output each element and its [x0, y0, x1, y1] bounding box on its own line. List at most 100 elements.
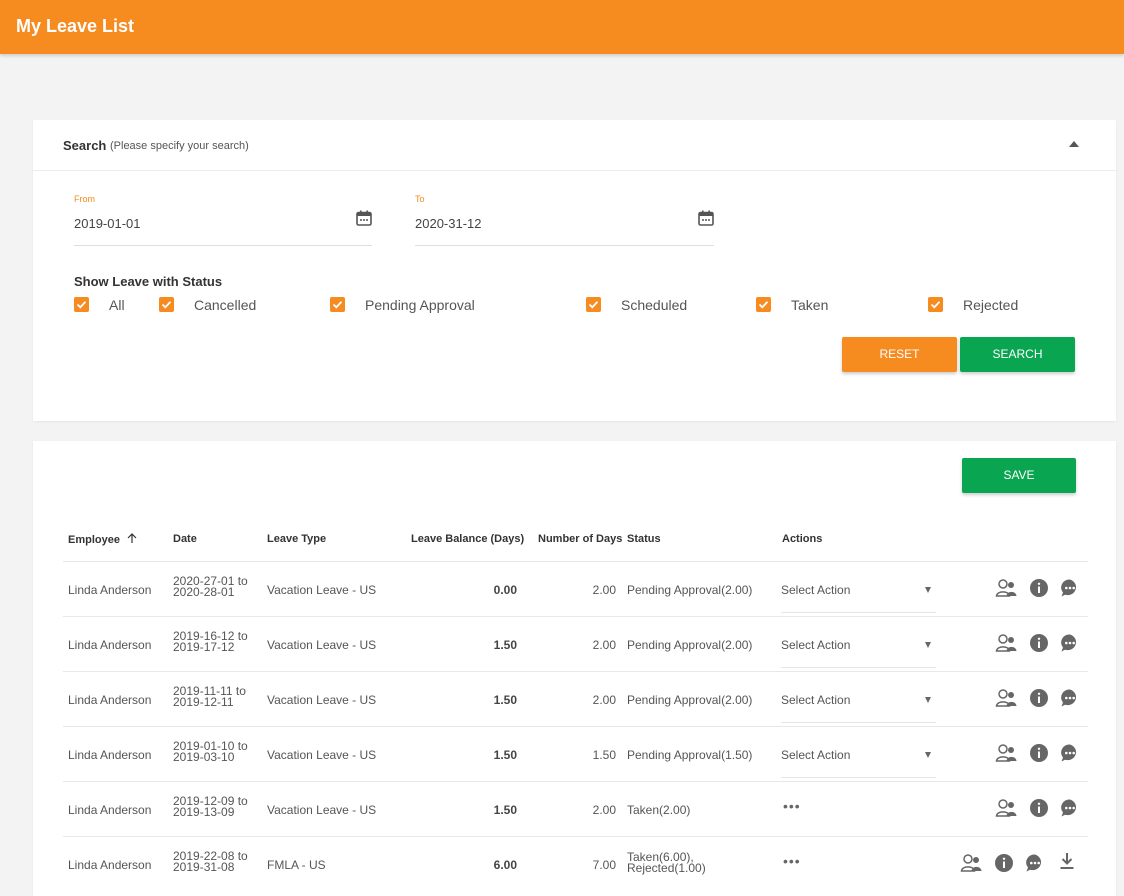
action-select[interactable]: Select Action	[781, 727, 936, 778]
dropdown-arrow-icon[interactable]	[925, 587, 931, 593]
employee-name: Linda Anderson	[68, 638, 152, 652]
leave-date: 2020-27-01 to 2020-28-01	[173, 575, 248, 599]
leave-date-end: 2019-03-10	[173, 750, 235, 764]
column-header-number-of-days[interactable]: Number of Days	[538, 533, 622, 545]
column-header-status[interactable]: Status	[627, 533, 661, 545]
status-label: Scheduled	[621, 297, 688, 313]
collapse-caret-icon[interactable]	[1069, 141, 1079, 147]
column-header-leave-type[interactable]: Leave Type	[267, 533, 326, 545]
search-panel-header[interactable]: Search (Please specify your search)	[33, 120, 1116, 171]
from-date-value[interactable]: 2019-01-01	[74, 216, 141, 231]
status-label: Pending Approval	[365, 297, 475, 313]
search-title: Search	[63, 138, 107, 153]
leave-date-end: 2019-13-09	[173, 805, 235, 819]
employee-name: Linda Anderson	[68, 693, 152, 707]
leave-date-end: 2019-31-08	[173, 860, 235, 874]
leave-status: Taken(6.00), Rejected(1.00)	[627, 851, 706, 875]
checkbox-checked-icon[interactable]	[586, 297, 601, 312]
dropdown-arrow-icon[interactable]	[925, 697, 931, 703]
table-row[interactable]: Linda Anderson 2019-22-08 to 2019-31-08 FML…	[63, 836, 1088, 891]
action-select[interactable]: Select Action	[781, 562, 936, 613]
action-select-value: Select Action	[781, 693, 851, 707]
info-icon[interactable]	[1029, 578, 1049, 598]
status-label: Rejected	[963, 297, 1019, 313]
person-details-icon[interactable]	[960, 853, 982, 873]
to-date-field[interactable]: To 2020-31-12	[415, 194, 714, 246]
person-details-icon[interactable]	[995, 633, 1017, 653]
info-icon[interactable]	[994, 853, 1014, 873]
number-of-days: 2.00	[592, 583, 616, 597]
leave-status: Taken(2.00)	[627, 803, 691, 817]
to-date-value[interactable]: 2020-31-12	[415, 216, 482, 231]
column-header-leave-balance[interactable]: Leave Balance (Days)	[411, 533, 524, 545]
info-icon[interactable]	[1029, 743, 1049, 763]
save-button[interactable]: SAVE	[962, 458, 1076, 493]
table-row[interactable]: Linda Anderson 2019-16-12 to 2019-17-12 Vac…	[63, 616, 1088, 671]
leave-date-end: 2020-28-01	[173, 585, 235, 599]
action-select-value: Select Action	[781, 583, 851, 597]
top-bar: My Leave List	[0, 0, 1124, 54]
to-date-label: To	[415, 194, 425, 204]
download-icon[interactable]	[1059, 852, 1079, 872]
leave-status: Pending Approval(1.50)	[627, 748, 753, 762]
leave-status: Pending Approval(2.00)	[627, 638, 753, 652]
comment-icon[interactable]	[1060, 578, 1080, 598]
page-title: My Leave List	[16, 16, 135, 36]
leave-balance: 6.00	[493, 858, 517, 872]
more-actions-icon[interactable]: •••	[783, 853, 801, 869]
column-header-employee[interactable]: Employee	[68, 533, 137, 546]
leave-date: 2019-22-08 to 2019-31-08	[173, 850, 248, 874]
dropdown-arrow-icon[interactable]	[925, 642, 931, 648]
status-label: Cancelled	[194, 297, 257, 313]
calendar-icon[interactable]	[698, 210, 714, 226]
action-select-value: Select Action	[781, 638, 851, 652]
more-actions-icon[interactable]: •••	[783, 798, 801, 814]
comment-icon[interactable]	[1025, 853, 1045, 873]
employee-name: Linda Anderson	[68, 748, 152, 762]
leave-date: 2019-12-09 to 2019-13-09	[173, 795, 248, 819]
person-details-icon[interactable]	[995, 578, 1017, 598]
status-label: All	[109, 297, 125, 313]
from-date-field[interactable]: From 2019-01-01	[74, 194, 372, 246]
action-select[interactable]: Select Action	[781, 672, 936, 723]
leave-status-line: Rejected(1.00)	[627, 861, 706, 875]
action-select[interactable]: Select Action	[781, 617, 936, 668]
reset-button[interactable]: RESET	[842, 337, 957, 372]
number-of-days: 2.00	[592, 803, 616, 817]
info-icon[interactable]	[1029, 688, 1049, 708]
person-details-icon[interactable]	[995, 743, 1017, 763]
person-details-icon[interactable]	[995, 798, 1017, 818]
leave-type: Vacation Leave - US	[267, 583, 377, 597]
checkbox-checked-icon[interactable]	[330, 297, 345, 312]
table-row[interactable]: Linda Anderson 2019-12-09 to 2019-13-09 Vac…	[63, 781, 1088, 836]
leave-balance: 0.00	[493, 583, 517, 597]
sort-ascending-icon[interactable]	[127, 533, 137, 544]
dropdown-arrow-icon[interactable]	[925, 752, 931, 758]
leave-balance: 1.50	[493, 638, 517, 652]
search-button[interactable]: SEARCH	[960, 337, 1075, 372]
column-header-date[interactable]: Date	[173, 533, 197, 545]
comment-icon[interactable]	[1060, 633, 1080, 653]
leave-date: 2019-16-12 to 2019-17-12	[173, 630, 248, 653]
comment-icon[interactable]	[1060, 743, 1080, 763]
comment-icon[interactable]	[1060, 688, 1080, 708]
table-row[interactable]: Linda Anderson 2020-27-01 to 2020-28-01 Vac…	[63, 561, 1088, 616]
person-details-icon[interactable]	[995, 688, 1017, 708]
leave-type: Vacation Leave - US	[267, 803, 377, 817]
leave-status: Pending Approval(2.00)	[627, 693, 753, 707]
checkbox-checked-icon[interactable]	[159, 297, 174, 312]
leave-type: Vacation Leave - US	[267, 693, 377, 707]
checkbox-checked-icon[interactable]	[928, 297, 943, 312]
info-icon[interactable]	[1029, 798, 1049, 818]
number-of-days: 2.00	[592, 638, 616, 652]
table-row[interactable]: Linda Anderson 2019-11-11 to 2019-12-11 Vac…	[63, 671, 1088, 726]
search-subtitle: (Please specify your search)	[110, 140, 249, 152]
leave-type: Vacation Leave - US	[267, 638, 377, 652]
comment-icon[interactable]	[1060, 798, 1080, 818]
calendar-icon[interactable]	[356, 210, 372, 226]
checkbox-checked-icon[interactable]	[74, 297, 89, 312]
number-of-days: 2.00	[592, 693, 616, 707]
checkbox-checked-icon[interactable]	[756, 297, 771, 312]
info-icon[interactable]	[1029, 633, 1049, 653]
table-row[interactable]: Linda Anderson 2019-01-10 to 2019-03-10 Vac…	[63, 726, 1088, 781]
